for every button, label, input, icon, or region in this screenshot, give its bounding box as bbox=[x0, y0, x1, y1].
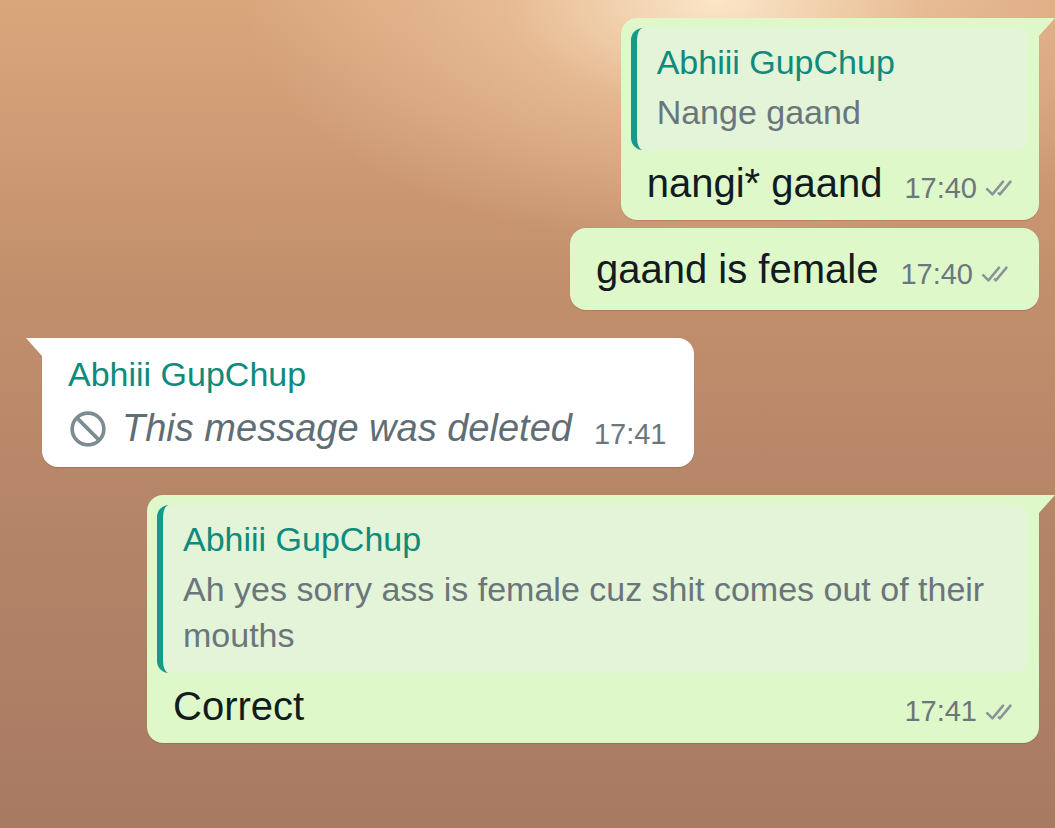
quoted-message[interactable]: Abhiii GupChup Ah yes sorry ass is femal… bbox=[157, 505, 1027, 673]
double-tick-icon bbox=[985, 701, 1019, 723]
quoted-message[interactable]: Abhiii GupChup Nange gaand bbox=[631, 28, 1027, 150]
message-time: 17:41 bbox=[904, 694, 977, 729]
message-text: Correct bbox=[173, 681, 304, 731]
deleted-message: This message was deleted bbox=[68, 404, 572, 453]
sender-name[interactable]: Abhiii GupChup bbox=[68, 352, 666, 396]
double-tick-icon bbox=[985, 177, 1019, 199]
message-bubble[interactable]: Abhiii GupChup Nange gaand nangi* gaand … bbox=[621, 18, 1039, 220]
message-body: Correct 17:41 bbox=[157, 681, 1027, 731]
message-text: gaand is female bbox=[596, 244, 878, 294]
message-row: Abhiii GupChup This message was deleted … bbox=[0, 338, 1055, 468]
message-meta: 17:40 bbox=[900, 257, 1015, 294]
message-time: 17:40 bbox=[904, 171, 977, 206]
quoted-text: Ah yes sorry ass is female cuz shit come… bbox=[183, 567, 1007, 659]
message-body: This message was deleted 17:41 bbox=[68, 404, 666, 453]
quoted-text: Nange gaand bbox=[657, 90, 1007, 136]
double-tick-icon bbox=[981, 263, 1015, 285]
message-bubble[interactable]: Abhiii GupChup This message was deleted … bbox=[42, 338, 694, 468]
message-bubble[interactable]: Abhiii GupChup Ah yes sorry ass is femal… bbox=[147, 495, 1039, 743]
message-meta: 17:41 bbox=[904, 694, 1019, 731]
message-time: 17:41 bbox=[594, 417, 667, 452]
message-row: Abhiii GupChup Nange gaand nangi* gaand … bbox=[0, 18, 1055, 220]
message-meta: 17:41 bbox=[594, 417, 667, 454]
chat-wallpaper: Abhiii GupChup Nange gaand nangi* gaand … bbox=[0, 0, 1055, 828]
bubble-tail bbox=[1039, 18, 1055, 36]
message-bubble[interactable]: gaand is female 17:40 bbox=[570, 228, 1039, 310]
quoted-author: Abhiii GupChup bbox=[183, 517, 1007, 563]
message-list: Abhiii GupChup Nange gaand nangi* gaand … bbox=[0, 0, 1055, 743]
quoted-author: Abhiii GupChup bbox=[657, 40, 1007, 86]
message-body: gaand is female 17:40 bbox=[596, 244, 1015, 294]
message-row: gaand is female 17:40 bbox=[0, 228, 1055, 310]
bubble-tail bbox=[1039, 495, 1055, 513]
message-text: nangi* gaand bbox=[647, 158, 883, 208]
message-body: nangi* gaand 17:40 bbox=[631, 158, 1027, 208]
bubble-tail bbox=[26, 338, 42, 356]
message-time: 17:40 bbox=[900, 257, 973, 292]
message-row: Abhiii GupChup Ah yes sorry ass is femal… bbox=[0, 495, 1055, 743]
message-meta: 17:40 bbox=[904, 171, 1019, 208]
ban-icon bbox=[68, 409, 108, 449]
